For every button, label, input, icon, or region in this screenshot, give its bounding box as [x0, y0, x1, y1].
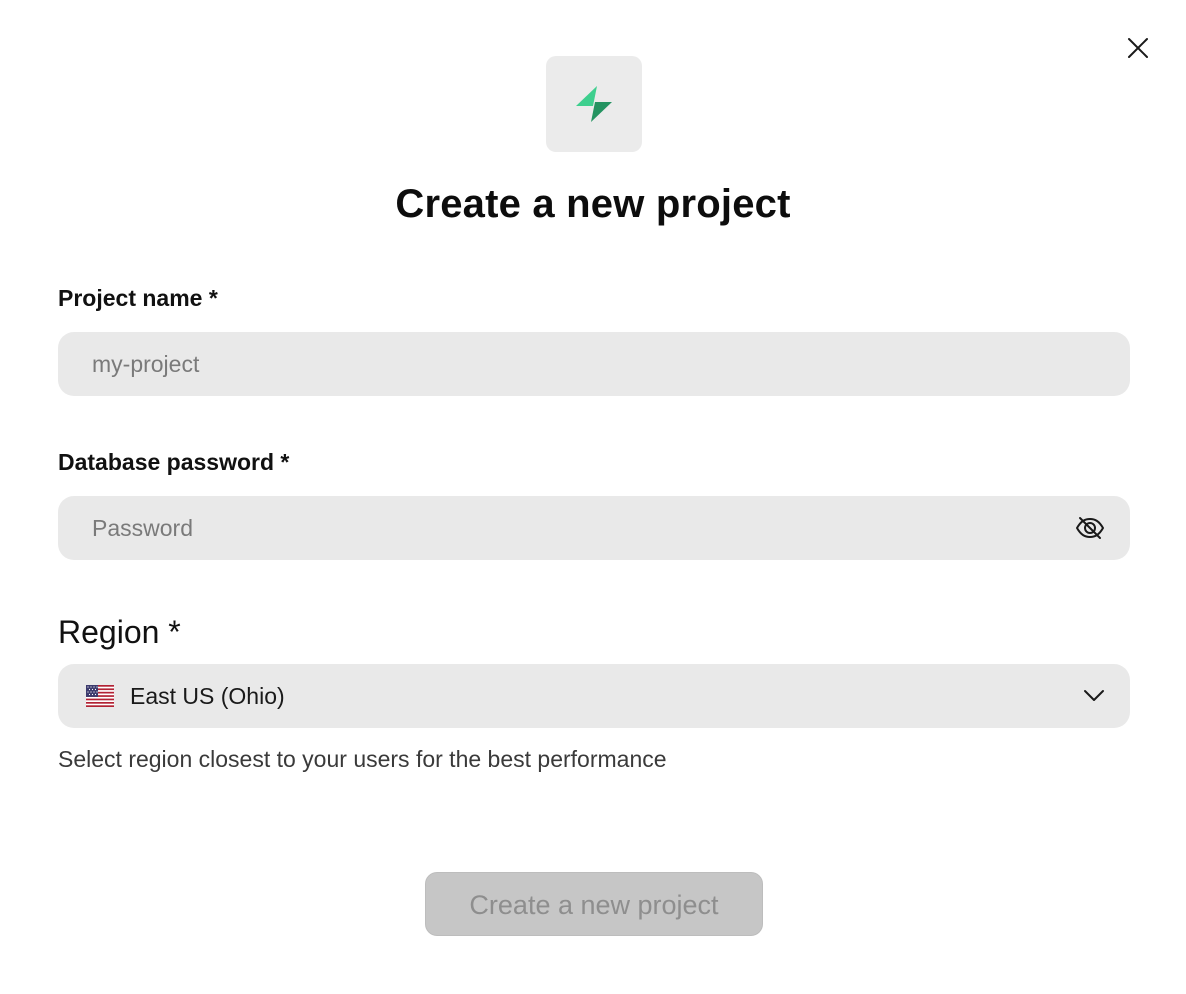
password-visibility-toggle[interactable] [1072, 510, 1108, 546]
eye-off-icon [1076, 517, 1104, 539]
project-name-field[interactable] [58, 332, 1130, 396]
create-project-button[interactable]: Create a new project [425, 872, 763, 936]
us-flag-icon [86, 685, 114, 707]
database-password-input[interactable] [92, 496, 1052, 560]
dialog-title: Create a new project [395, 182, 791, 226]
project-name-input[interactable] [92, 332, 1052, 396]
region-label: Region * [58, 614, 181, 650]
project-name-label: Project name * [58, 285, 218, 311]
close-button[interactable] [1122, 32, 1154, 64]
database-password-label: Database password * [58, 449, 290, 475]
logo-tile [546, 56, 642, 152]
region-selected-value: East US (Ohio) [130, 683, 285, 709]
chevron-down-icon [1084, 690, 1104, 701]
bolt-logo-icon [576, 86, 612, 122]
region-helper-text: Select region closest to your users for … [58, 746, 667, 772]
database-password-field[interactable] [58, 496, 1130, 560]
region-select[interactable]: East US (Ohio) [58, 664, 1130, 728]
close-icon [1128, 38, 1148, 58]
create-project-dialog: Create a new project Project name * Data… [0, 0, 1186, 994]
